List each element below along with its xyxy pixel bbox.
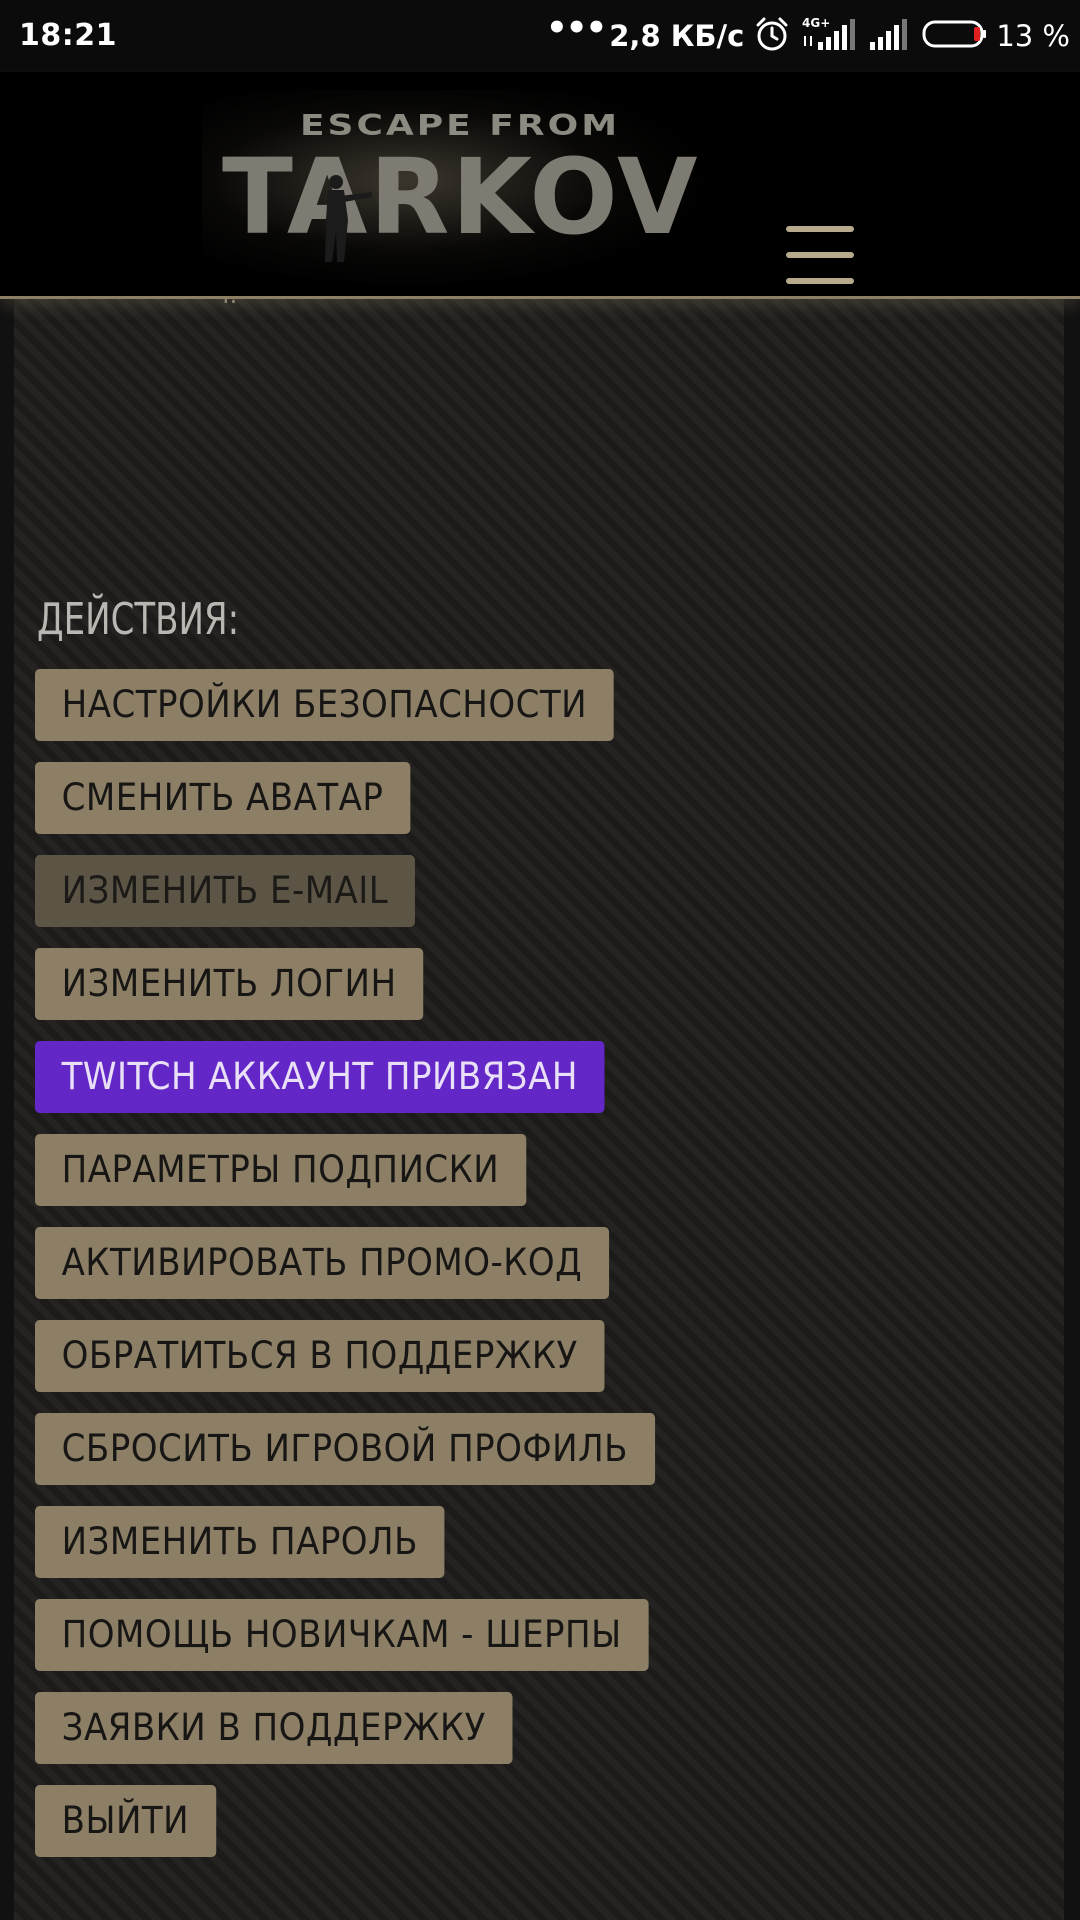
hamburger-menu-icon[interactable] [786, 220, 856, 290]
status-icons: ••• 2,8 КБ/с 4G+ 13 % [546, 8, 1070, 58]
change-email-button[interactable]: ИЗМЕНИТЬ E-MAIL [35, 855, 415, 927]
account-content: ч. ДЕЙСТВИЯ: НАСТРОЙКИ БЕЗОПАСНОСТИ СМЕН… [14, 280, 1064, 1920]
activate-promo-code-button[interactable]: АКТИВИРОВАТЬ ПРОМО-КОД [35, 1227, 609, 1299]
menu-bar-bottom [786, 278, 854, 284]
status-time: 18:21 [19, 18, 117, 53]
soldier-silhouette-icon [325, 175, 372, 262]
reset-game-profile-button[interactable]: СБРОСИТЬ ИГРОВОЙ ПРОФИЛЬ [35, 1413, 655, 1485]
tarkov-logo[interactable]: ESCAPE FROM TARKOV [202, 90, 714, 290]
battery-icon [922, 18, 988, 54]
battery-percent: 13 % [996, 19, 1070, 53]
menu-bar-top [786, 226, 854, 232]
contact-support-button[interactable]: ОБРАТИТЬСЯ В ПОДДЕРЖКУ [35, 1320, 605, 1392]
actions-title: ДЕЙСТВИЯ: [37, 594, 240, 645]
logo-line2: TARKOV [222, 136, 700, 258]
site-header: ESCAPE FROM TARKOV [0, 72, 1080, 299]
logout-button[interactable]: ВЫЙТИ [35, 1785, 216, 1857]
sherpa-help-button[interactable]: ПОМОЩЬ НОВИЧКАМ - ШЕРПЫ [35, 1599, 649, 1671]
status-bar: 18:21 ••• 2,8 КБ/с 4G+ 13 % [0, 0, 1080, 72]
signal-icon [868, 16, 910, 56]
subscription-settings-button[interactable]: ПАРАМЕТРЫ ПОДПИСКИ [35, 1134, 526, 1206]
notification-dots: ••• [546, 8, 607, 48]
change-password-button[interactable]: ИЗМЕНИТЬ ПАРОЛЬ [35, 1506, 445, 1578]
screen: 18:21 ••• 2,8 КБ/с 4G+ 13 % ESCAPE FROM … [0, 0, 1080, 1920]
signal-4g-icon: 4G+ [802, 16, 856, 56]
svg-text:4G+: 4G+ [802, 16, 830, 30]
change-avatar-button[interactable]: СМЕНИТЬ АВАТАР [35, 762, 411, 834]
support-tickets-button[interactable]: ЗАЯВКИ В ПОДДЕРЖКУ [35, 1692, 513, 1764]
alarm-icon [754, 16, 790, 56]
menu-bar-middle [786, 252, 854, 258]
change-login-button[interactable]: ИЗМЕНИТЬ ЛОГИН [35, 948, 424, 1020]
actions-list: НАСТРОЙКИ БЕЗОПАСНОСТИ СМЕНИТЬ АВАТАР ИЗ… [35, 669, 709, 1878]
network-speed: 2,8 КБ/с [609, 19, 745, 53]
twitch-account-button[interactable]: TWITCH АККАУНТ ПРИВЯЗАН [35, 1041, 605, 1113]
security-settings-button[interactable]: НАСТРОЙКИ БЕЗОПАСНОСТИ [35, 669, 614, 741]
